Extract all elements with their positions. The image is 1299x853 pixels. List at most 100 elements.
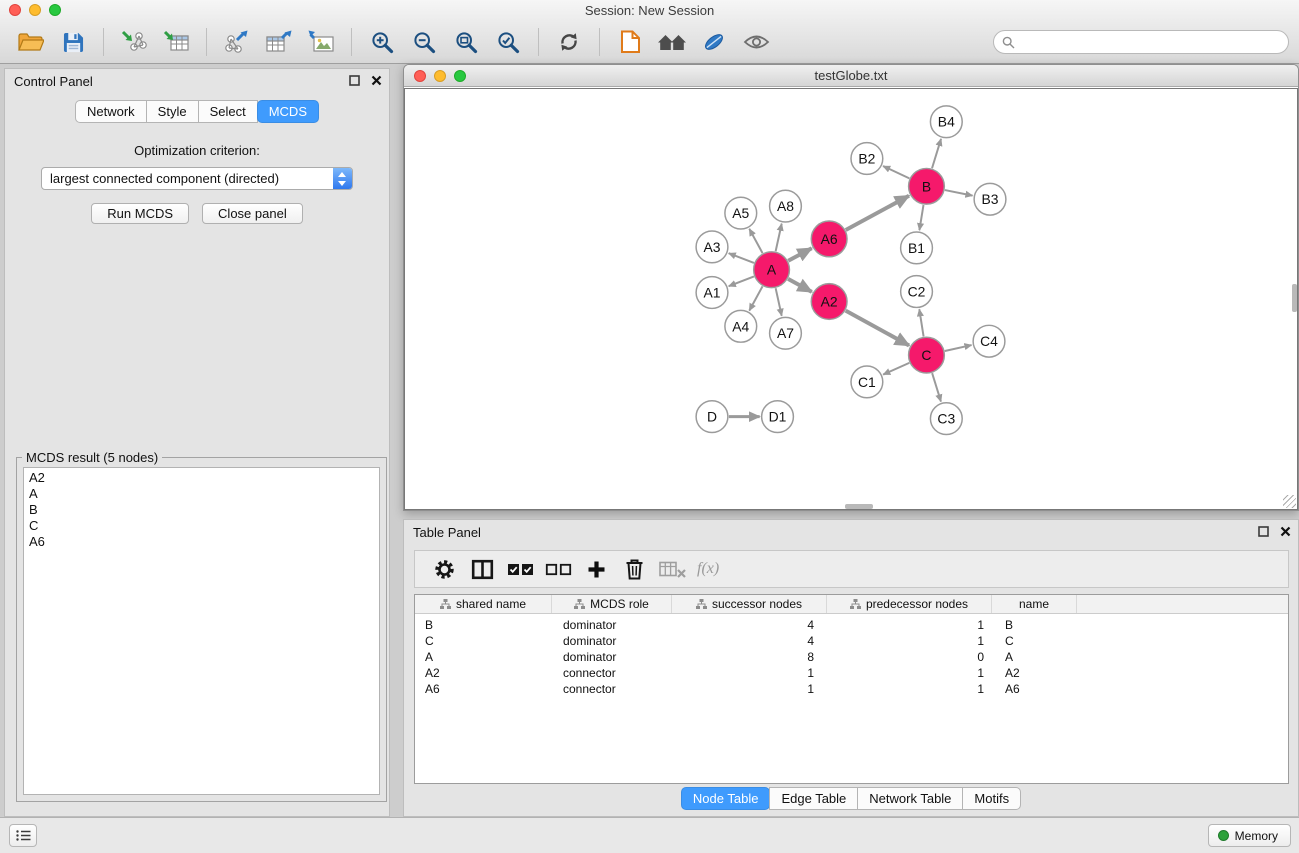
graph-edge-A-A2[interactable] (788, 279, 812, 292)
column-header-name[interactable]: name (992, 595, 1077, 613)
graph-node-D[interactable]: D (696, 401, 728, 433)
column-header-mcds-role[interactable]: MCDS role (552, 595, 672, 613)
graph-node-B3[interactable]: B3 (974, 183, 1006, 215)
graph-node-A8[interactable]: A8 (770, 190, 802, 222)
network-overview-button[interactable] (654, 26, 690, 58)
search-field[interactable] (993, 30, 1289, 54)
zoom-in-button[interactable] (364, 26, 400, 58)
graph-edge-A-A8[interactable] (776, 224, 782, 252)
horizontal-scrollbar-thumb[interactable] (845, 504, 873, 509)
graph-node-D1[interactable]: D1 (762, 401, 794, 433)
graph-node-B1[interactable]: B1 (901, 232, 933, 264)
zoom-selected-button[interactable] (490, 26, 526, 58)
minimize-window-button[interactable] (29, 4, 41, 16)
graph-edge-A-A7[interactable] (776, 288, 782, 316)
graph-edge-A-A1[interactable] (729, 276, 754, 286)
mcds-result-list[interactable]: A2ABCA6 (23, 467, 380, 795)
table-row[interactable]: Bdominator41B (415, 617, 1288, 633)
graph-node-B4[interactable]: B4 (930, 106, 962, 138)
graph-edge-A-A3[interactable] (729, 253, 754, 263)
tab-node-table[interactable]: Node Table (681, 787, 771, 810)
close-panel-icon[interactable] (1280, 526, 1291, 537)
graph-node-A2[interactable]: A2 (811, 284, 847, 320)
float-panel-icon[interactable] (349, 75, 360, 86)
zoom-fit-button[interactable] (448, 26, 484, 58)
criterion-dropdown[interactable]: largest connected component (directed) (41, 167, 353, 190)
mcds-result-item[interactable]: A2 (29, 470, 374, 486)
delete-column-button[interactable] (615, 554, 653, 584)
tab-network[interactable]: Network (75, 100, 147, 123)
tab-style[interactable]: Style (146, 100, 199, 123)
graph-node-A3[interactable]: A3 (696, 231, 728, 263)
function-builder-button[interactable]: f(x) (697, 560, 719, 578)
snapshot-button[interactable] (612, 26, 648, 58)
close-panel-button[interactable]: Close panel (202, 203, 303, 224)
table-settings-button[interactable] (425, 554, 463, 584)
graph-edge-A6-B[interactable] (846, 196, 909, 230)
resize-grip[interactable] (1283, 495, 1296, 508)
zoom-out-button[interactable] (406, 26, 442, 58)
column-header-successor-nodes[interactable]: successor nodes (672, 595, 827, 613)
search-input[interactable] (1020, 32, 1288, 52)
export-image-button[interactable] (303, 26, 339, 58)
column-header-shared-name[interactable]: shared name (415, 595, 552, 613)
network-minimize-button[interactable] (434, 70, 446, 82)
vertical-scrollbar-thumb[interactable] (1292, 284, 1297, 312)
deselect-all-button[interactable] (539, 554, 577, 584)
tab-motifs[interactable]: Motifs (962, 787, 1021, 810)
graph-node-A[interactable]: A (754, 252, 790, 288)
import-network-button[interactable] (116, 26, 152, 58)
save-session-button[interactable] (55, 26, 91, 58)
tab-select[interactable]: Select (198, 100, 258, 123)
graph-node-C3[interactable]: C3 (930, 403, 962, 435)
tab-network-table[interactable]: Network Table (857, 787, 963, 810)
graph-node-B2[interactable]: B2 (851, 143, 883, 175)
add-column-button[interactable] (577, 554, 615, 584)
graph-edge-B-B4[interactable] (932, 139, 941, 168)
annotation-button[interactable] (696, 26, 732, 58)
graph-node-A4[interactable]: A4 (725, 310, 757, 342)
mcds-result-item[interactable]: A6 (29, 534, 374, 550)
zoom-window-button[interactable] (49, 4, 61, 16)
graph-node-A7[interactable]: A7 (770, 317, 802, 349)
import-table-button[interactable] (158, 26, 194, 58)
graph-edge-C-C4[interactable] (945, 345, 972, 351)
graph-node-C1[interactable]: C1 (851, 366, 883, 398)
graph-node-C[interactable]: C (909, 337, 945, 373)
float-panel-icon[interactable] (1258, 526, 1269, 537)
graph-edge-B-B2[interactable] (883, 166, 909, 178)
export-table-button[interactable] (261, 26, 297, 58)
graph-edge-B-B3[interactable] (945, 190, 973, 196)
network-close-button[interactable] (414, 70, 426, 82)
network-zoom-button[interactable] (454, 70, 466, 82)
graph-edge-A-A6[interactable] (788, 248, 811, 261)
table-row[interactable]: Cdominator41C (415, 633, 1288, 649)
column-header-predecessor-nodes[interactable]: predecessor nodes (827, 595, 992, 613)
table-row[interactable]: Adominator80A (415, 649, 1288, 665)
tab-mcds[interactable]: MCDS (257, 100, 319, 123)
table-row[interactable]: A2connector11A2 (415, 665, 1288, 681)
show-panels-button[interactable] (9, 824, 37, 847)
network-canvas[interactable]: B4B2BB3A5A8A6B1A3AC2A1A2A4A7C4CC1C3DD1 (404, 88, 1298, 510)
graph-node-C2[interactable]: C2 (901, 276, 933, 308)
delete-table-button[interactable] (653, 554, 691, 584)
open-session-button[interactable] (13, 26, 49, 58)
show-columns-button[interactable] (463, 554, 501, 584)
select-all-button[interactable] (501, 554, 539, 584)
close-panel-icon[interactable] (371, 75, 382, 86)
visibility-button[interactable] (738, 26, 774, 58)
graph-node-C4[interactable]: C4 (973, 325, 1005, 357)
mcds-result-item[interactable]: B (29, 502, 374, 518)
graph-node-A6[interactable]: A6 (811, 221, 847, 257)
graph-edge-B-B1[interactable] (919, 205, 923, 230)
run-mcds-button[interactable]: Run MCDS (91, 203, 189, 224)
graph-node-B[interactable]: B (909, 168, 945, 204)
mcds-result-item[interactable]: A (29, 486, 374, 502)
refresh-layout-button[interactable] (551, 26, 587, 58)
graph-edge-A-A5[interactable] (749, 229, 762, 253)
tab-edge-table[interactable]: Edge Table (769, 787, 858, 810)
export-network-button[interactable] (219, 26, 255, 58)
close-window-button[interactable] (9, 4, 21, 16)
graph-node-A1[interactable]: A1 (696, 277, 728, 309)
node-table[interactable]: shared name MCDS role successor nodes pr… (414, 594, 1289, 784)
